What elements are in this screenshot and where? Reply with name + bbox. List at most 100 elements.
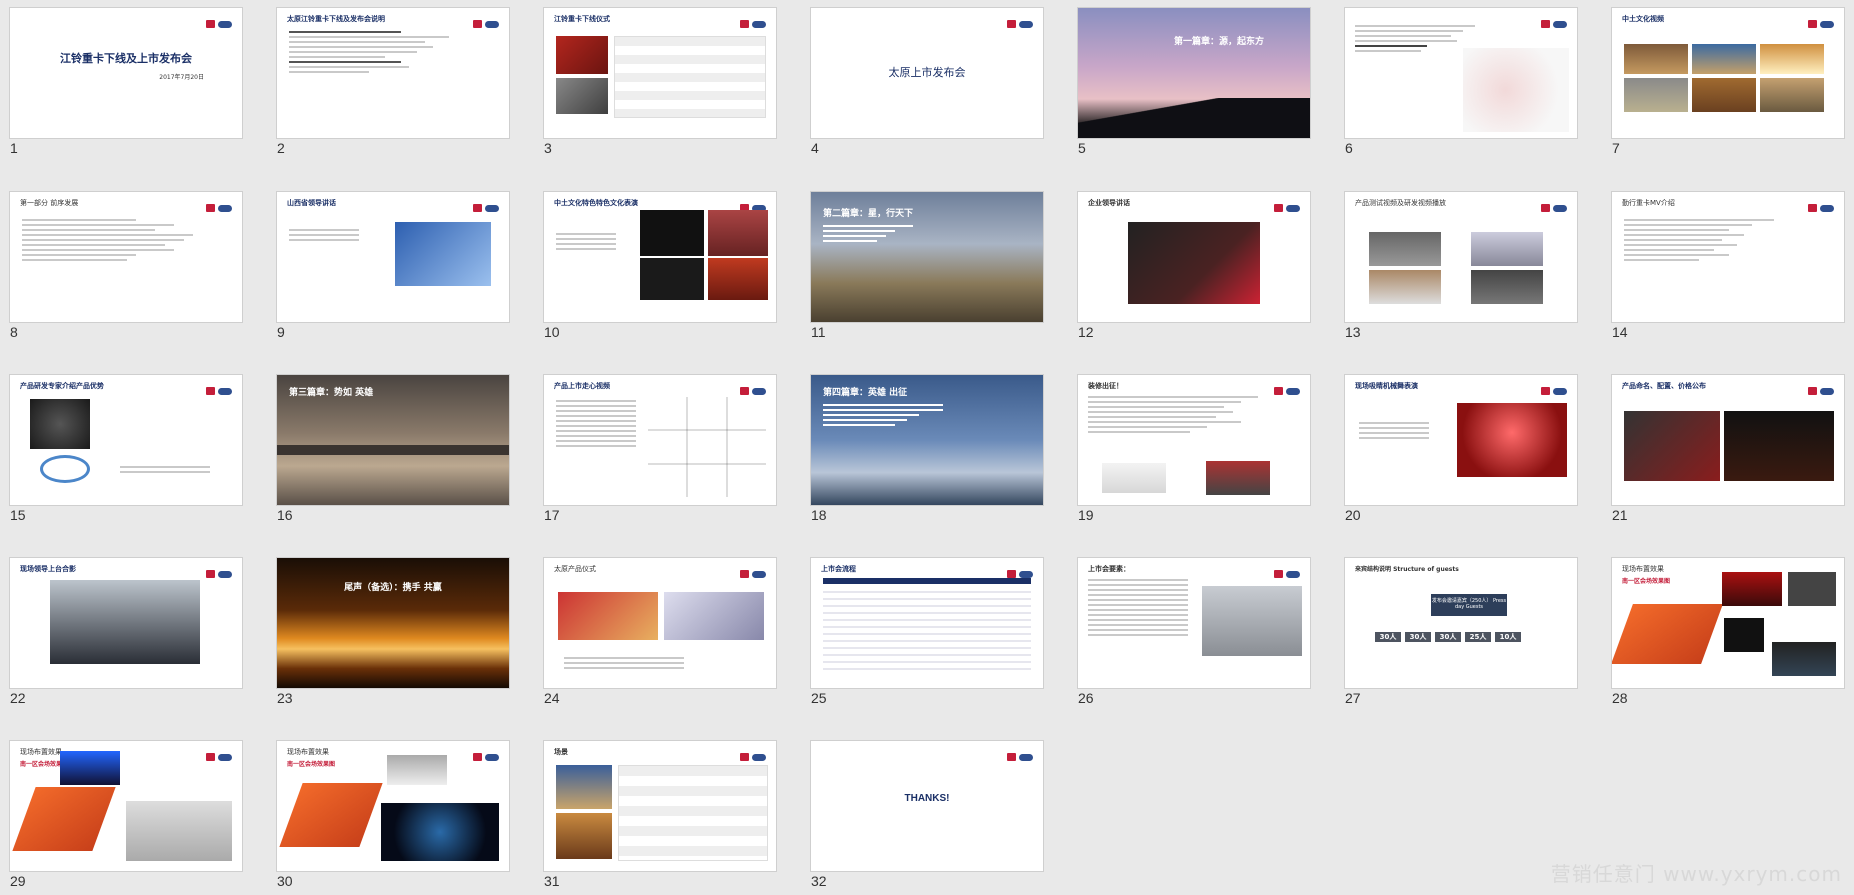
slide-thumbnail-5[interactable]: 第一篇章：源，起东方	[1078, 8, 1310, 138]
slide-title: 中土文化特色特色文化表演	[554, 199, 638, 207]
stage-render	[1772, 642, 1836, 676]
slide-cell-16[interactable]: 第三篇章：势如 英雄 16	[277, 375, 509, 525]
slide-thumbnail-25[interactable]: 上市会流程	[811, 558, 1043, 688]
slide-thumbnail-14[interactable]: 勤行重卡MV介绍	[1612, 192, 1844, 322]
slide-thumbnail-8[interactable]: 第一部分 前序发展	[10, 192, 242, 322]
slide-cell-15[interactable]: 产品研发专家介绍产品优势 15	[10, 375, 242, 525]
slide-thumbnail-27[interactable]: 来宾结构说明 Structure of guests 发布会邀请嘉宾（250人）…	[1345, 558, 1577, 688]
slide-cell-29[interactable]: 现场布置效果 南一区会场效果图 29	[10, 741, 242, 891]
slide-cell-6[interactable]: 6	[1345, 8, 1577, 158]
slide-thumbnail-21[interactable]: 产品命名、配置、价格公布	[1612, 375, 1844, 505]
slide-cell-19[interactable]: 装修出征！ 19	[1078, 375, 1310, 525]
slide-thumbnail-22[interactable]: 现场领导上台合影	[10, 558, 242, 688]
brand-logo-icon	[740, 13, 770, 28]
truck-photo	[556, 36, 608, 74]
text-lines	[556, 397, 636, 450]
slide-thumbnail-10[interactable]: 中土文化特色特色文化表演	[544, 192, 776, 322]
slide-thumbnail-32[interactable]: THANKS!	[811, 741, 1043, 871]
ceremony-photo	[558, 592, 658, 640]
slide-cell-28[interactable]: 现场布置效果 南一区会场效果图 28	[1612, 558, 1844, 708]
slide-thumbnail-7[interactable]: 中土文化视频	[1612, 8, 1844, 138]
slide-number: 3	[544, 140, 552, 156]
slide-thumbnail-19[interactable]: 装修出征！	[1078, 375, 1310, 505]
slide-cell-22[interactable]: 现场领导上台合影 22	[10, 558, 242, 708]
slide-thumbnail-20[interactable]: 现场吸睛机械舞表演	[1345, 375, 1577, 505]
slide-cell-13[interactable]: 产品测试视频及研发视频播放 13	[1345, 192, 1577, 342]
slide-cell-5[interactable]: 第一篇章：源，起东方 5	[1078, 8, 1310, 158]
slide-thumbnail-29[interactable]: 现场布置效果 南一区会场效果图	[10, 741, 242, 871]
stage-render	[1722, 572, 1782, 606]
slide-title: 江铃重卡下线仪式	[554, 15, 610, 23]
slide-number: 4	[811, 140, 819, 156]
slide-cell-4[interactable]: 太原上市发布会 4	[811, 8, 1043, 158]
cycle-arrows-icon	[40, 455, 90, 483]
slide-title: 第四篇章：英雄 出征	[823, 388, 908, 398]
slide-cell-7[interactable]: 中土文化视频 7	[1612, 8, 1844, 158]
slide-thumbnail-30[interactable]: 现场布置效果 南一区会场效果图	[277, 741, 509, 871]
slide-thumbnail-31[interactable]: 场景	[544, 741, 776, 871]
slide-number: 6	[1345, 140, 1353, 156]
slide-cell-26[interactable]: 上市会要素： 26	[1078, 558, 1310, 708]
brand-logo-icon	[1274, 197, 1304, 212]
slide-thumbnail-13[interactable]: 产品测试视频及研发视频播放	[1345, 192, 1577, 322]
storyboard-sketches	[648, 397, 766, 497]
slide-thumbnail-1[interactable]: 江铃重卡下线及上市发布会 2017年7月20日	[10, 8, 242, 138]
slide-thumbnail-12[interactable]: 企业领导讲话	[1078, 192, 1310, 322]
slide-thumbnail-26[interactable]: 上市会要素：	[1078, 558, 1310, 688]
slide-title: THANKS!	[904, 793, 950, 804]
slide-number: 2	[277, 140, 285, 156]
slide-title: 企业领导讲话	[1088, 199, 1130, 207]
slide-thumbnail-9[interactable]: 山西省领导讲话	[277, 192, 509, 322]
slide-number: 18	[811, 507, 827, 523]
brand-logo-icon	[1808, 380, 1838, 395]
slide-thumbnail-28[interactable]: 现场布置效果 南一区会场效果图	[1612, 558, 1844, 688]
slide-thumbnail-16[interactable]: 第三篇章：势如 英雄	[277, 375, 509, 505]
slide-thumbnail-23[interactable]: 尾声（备选）：携手 共赢	[277, 558, 509, 688]
slide-cell-31[interactable]: 场景 31	[544, 741, 776, 891]
slide-number: 7	[1612, 140, 1620, 156]
slide-thumbnail-18[interactable]: 第四篇章：英雄 出征	[811, 375, 1043, 505]
slide-thumbnail-15[interactable]: 产品研发专家介绍产品优势	[10, 375, 242, 505]
slide-thumbnail-2[interactable]: 太原江铃重卡下线及发布会说明	[277, 8, 509, 138]
slide-cell-9[interactable]: 山西省领导讲话 9	[277, 192, 509, 342]
slide-thumbnail-6[interactable]	[1345, 8, 1577, 138]
slide-title: 装修出征！	[1088, 382, 1123, 390]
slide-thumbnail-3[interactable]: 江铃重卡下线仪式	[544, 8, 776, 138]
slide-thumbnail-24[interactable]: 太原产品仪式	[544, 558, 776, 688]
slide-cell-18[interactable]: 第四篇章：英雄 出征 18	[811, 375, 1043, 525]
slide-cell-10[interactable]: 中土文化特色特色文化表演 10	[544, 192, 776, 342]
slide-cell-23[interactable]: 尾声（备选）：携手 共赢 23	[277, 558, 509, 708]
slide-cell-20[interactable]: 现场吸睛机械舞表演 20	[1345, 375, 1577, 525]
text-lines	[823, 222, 913, 245]
slide-number: 26	[1078, 690, 1094, 706]
slide-cell-27[interactable]: 来宾结构说明 Structure of guests 发布会邀请嘉宾（250人）…	[1345, 558, 1577, 708]
text-lines	[120, 463, 210, 476]
slide-cell-17[interactable]: 产品上市走心视频 17	[544, 375, 776, 525]
slide-cell-32[interactable]: THANKS! 32	[811, 741, 1043, 891]
brand-logo-icon	[206, 746, 236, 761]
hotel-photo	[556, 765, 612, 809]
slide-cell-3[interactable]: 江铃重卡下线仪式 3	[544, 8, 776, 158]
slide-title: 来宾结构说明 Structure of guests	[1355, 566, 1459, 573]
text-lines	[1624, 216, 1774, 264]
slide-thumbnail-17[interactable]: 产品上市走心视频	[544, 375, 776, 505]
slide-cell-8[interactable]: 第一部分 前序发展 8	[10, 192, 242, 342]
slide-cell-25[interactable]: 上市会流程 25	[811, 558, 1043, 708]
slide-cell-24[interactable]: 太原产品仪式 24	[544, 558, 776, 708]
slide-thumbnail-11[interactable]: 第二篇章：星，行天下	[811, 192, 1043, 322]
ballroom-photo	[556, 813, 612, 859]
slide-cell-1[interactable]: 江铃重卡下线及上市发布会 2017年7月20日 1	[10, 8, 242, 158]
slide-cell-2[interactable]: 太原江铃重卡下线及发布会说明 2	[277, 8, 509, 158]
slide-number: 16	[277, 507, 293, 523]
slide-thumbnail-4[interactable]: 太原上市发布会	[811, 8, 1043, 138]
brand-logo-icon	[1007, 746, 1037, 761]
slide-cell-14[interactable]: 勤行重卡MV介绍 14	[1612, 192, 1844, 342]
brand-logo-icon	[206, 197, 236, 212]
slide-cell-12[interactable]: 企业领导讲话 12	[1078, 192, 1310, 342]
text-lines	[289, 226, 359, 244]
brand-logo-icon	[1007, 563, 1037, 578]
floor-plan-render	[279, 783, 383, 847]
slide-cell-11[interactable]: 第二篇章：星，行天下 11	[811, 192, 1043, 342]
slide-cell-21[interactable]: 产品命名、配置、价格公布 21	[1612, 375, 1844, 525]
slide-cell-30[interactable]: 现场布置效果 南一区会场效果图 30	[277, 741, 509, 891]
